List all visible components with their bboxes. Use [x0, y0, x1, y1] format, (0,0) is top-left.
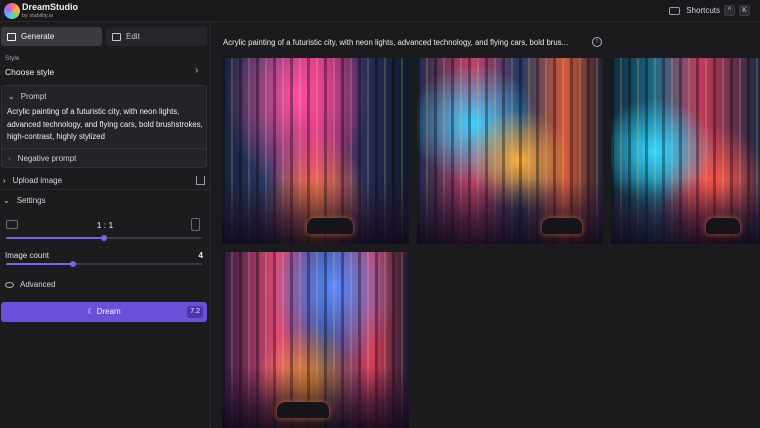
- chevron-right-icon: ›: [8, 153, 11, 163]
- style-selector[interactable]: Choose style: [5, 67, 54, 77]
- keyboard-icon: [669, 6, 681, 15]
- ctrl-key: ^: [724, 5, 735, 16]
- k-key: K: [739, 5, 750, 16]
- settings-row[interactable]: ⌄ Settings: [0, 191, 210, 209]
- portrait-ratio-icon[interactable]: [191, 218, 200, 231]
- chevron-right-icon: ›: [3, 176, 6, 185]
- dream-button[interactable]: ☾ Dream 7.2: [1, 302, 207, 322]
- generated-image[interactable]: [222, 252, 409, 428]
- settings-label: Settings: [16, 195, 46, 205]
- upload-image-label: Upload image: [12, 176, 63, 185]
- image-road: [417, 178, 603, 244]
- image-road: [611, 178, 760, 244]
- prompt-header[interactable]: ⌄ Prompt: [8, 92, 47, 101]
- advanced-label: Advanced: [20, 280, 56, 289]
- image-count-value: 4: [198, 251, 203, 260]
- tab-generate[interactable]: Generate: [1, 27, 102, 46]
- image-count-label: Image count: [5, 251, 50, 260]
- aspect-ratio-slider-fill: [6, 237, 104, 239]
- image-road: [222, 366, 409, 428]
- prompt-label: Prompt: [20, 92, 47, 101]
- chevron-down-icon: ⌄: [3, 195, 10, 205]
- reuse-prompt-icon[interactable]: ↑: [592, 37, 602, 47]
- image-road: [222, 178, 409, 244]
- negative-prompt-label: Negative prompt: [17, 153, 77, 163]
- brand-name: DreamStudio: [22, 2, 79, 12]
- upload-icon[interactable]: [196, 176, 205, 185]
- sidebar: Generate Edit Style Choose style › ⌄ Pro…: [0, 23, 211, 428]
- prompt-input[interactable]: Acrylic painting of a futuristic city, w…: [7, 106, 203, 144]
- negative-prompt-toggle[interactable]: › Negative prompt: [1, 148, 207, 168]
- shortcuts-button[interactable]: Shortcuts ^ K: [669, 5, 750, 16]
- dream-label: Dream: [96, 307, 121, 316]
- dream-button-content: ☾ Dream: [1, 307, 207, 316]
- eye-icon: [5, 281, 14, 288]
- style-label: Style: [5, 55, 20, 62]
- aspect-ratio-slider-thumb[interactable]: [101, 235, 107, 241]
- chevron-right-icon[interactable]: ›: [195, 65, 198, 76]
- chevron-down-icon: ⌄: [8, 92, 15, 101]
- main-area: Acrylic painting of a futuristic city, w…: [212, 23, 760, 428]
- generated-image[interactable]: [222, 58, 409, 244]
- tab-edit[interactable]: Edit: [106, 27, 207, 46]
- image-count-slider[interactable]: [6, 261, 202, 267]
- credit-cost-badge: 7.2: [187, 306, 203, 318]
- image-count-slider-thumb[interactable]: [69, 261, 76, 267]
- image-count-slider-fill: [6, 263, 73, 265]
- shortcuts-label: Shortcuts: [686, 6, 720, 15]
- image-car: [307, 218, 353, 234]
- image-car: [706, 218, 740, 234]
- tab-generate-label: Generate: [21, 32, 55, 41]
- image-car: [542, 218, 582, 234]
- edit-icon: [112, 32, 121, 41]
- generated-image[interactable]: [611, 58, 760, 244]
- moon-icon: ☾: [87, 307, 95, 316]
- aspect-ratio-slider[interactable]: [6, 235, 202, 241]
- upload-image-row[interactable]: › Upload image: [0, 172, 210, 190]
- dreamstudio-logo[interactable]: [4, 3, 20, 19]
- tab-edit-label: Edit: [126, 32, 140, 41]
- grid-icon: [7, 32, 16, 41]
- advanced-toggle[interactable]: Advanced: [5, 280, 56, 289]
- image-car: [277, 402, 329, 418]
- aspect-ratio-value: 1 : 1: [96, 220, 114, 230]
- generation-prompt-title: Acrylic painting of a futuristic city, w…: [223, 38, 569, 47]
- generated-image[interactable]: [417, 58, 603, 244]
- top-bar: DreamStudio by stability.ai Shortcuts ^ …: [0, 0, 760, 22]
- brand-subtitle: by stability.ai: [22, 13, 54, 19]
